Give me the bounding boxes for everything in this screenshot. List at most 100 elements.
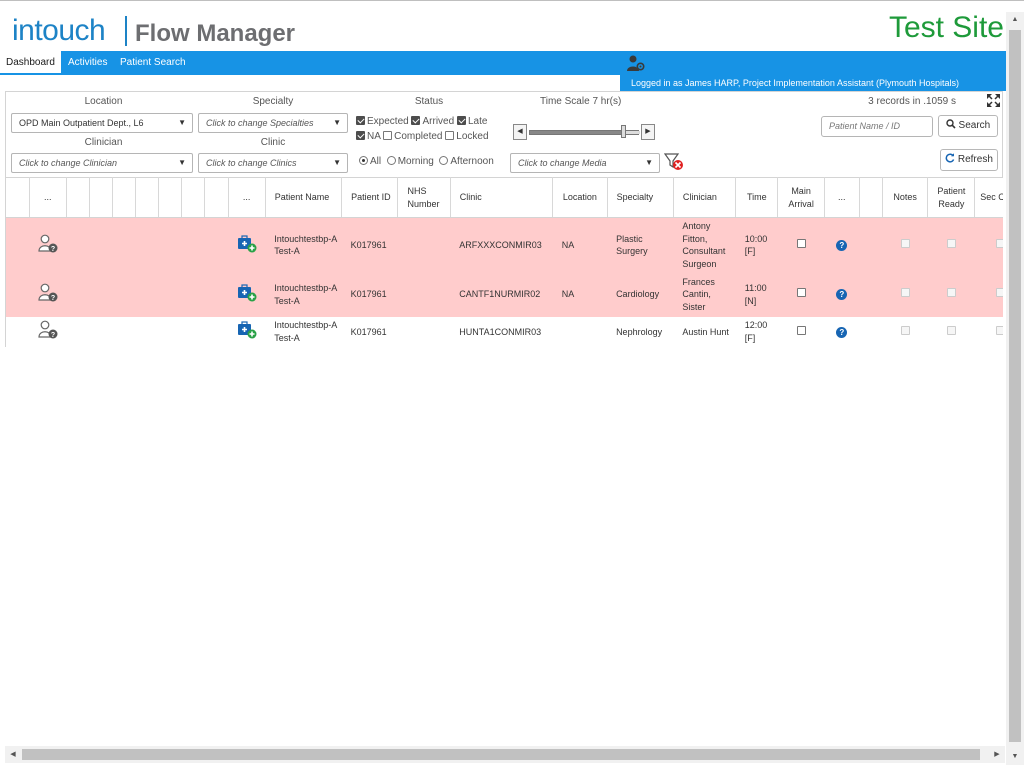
column-header-patient-ready[interactable]: Patient Ready <box>927 177 976 218</box>
app-header: intouch Flow Manager Test Site <box>0 11 1006 51</box>
cell-clinic: CANTF1NURMIR02 <box>450 272 553 317</box>
location-select[interactable]: OPD Main Outpatient Dept., L6 ▼ <box>11 113 193 133</box>
status-arrived[interactable]: Arrived <box>411 116 454 127</box>
cell-patient-name[interactable]: Intouchtestbp-A Test-A <box>265 217 342 273</box>
column-header <box>859 177 883 218</box>
patient-ready-checkbox[interactable] <box>946 288 956 298</box>
horizontal-scrollbar[interactable]: ◀ ▶ <box>5 746 1005 763</box>
cell-patient-name[interactable]: Intouchtestbp-A Test-A <box>265 272 342 317</box>
time-scale-slider[interactable]: ◀ ▶ <box>513 124 655 140</box>
main-arrival-checkbox[interactable] <box>796 288 806 298</box>
table-row[interactable]: ? Intouchtestbp-A Test-A K017961 HUNTA1C… <box>6 316 1003 347</box>
grid-header-row: ... ... Patient Name Patient ID NHS Numb… <box>6 177 1003 218</box>
patient-ready-checkbox[interactable] <box>946 325 956 335</box>
column-header-location[interactable]: Location <box>552 177 608 218</box>
specialty-placeholder: Click to change Specialties <box>206 118 314 128</box>
scroll-down-icon[interactable]: ▼ <box>1006 749 1024 765</box>
status-expected[interactable]: Expected <box>356 116 409 127</box>
notes-checkbox[interactable] <box>900 239 910 248</box>
radio[interactable] <box>359 156 368 165</box>
specialty-select[interactable]: Click to change Specialties ▼ <box>198 113 348 133</box>
filter-clear-icon[interactable] <box>664 153 684 171</box>
vertical-scroll-thumb[interactable] <box>1009 30 1021 742</box>
main-arrival-checkbox[interactable] <box>796 325 806 335</box>
column-header-nhs-number[interactable]: NHS Number <box>397 177 451 218</box>
time-scale-value: 7 <box>592 96 598 107</box>
column-header-clinician[interactable]: Clinician <box>673 177 737 218</box>
cell-clinic: ARFXXXCONMIR03 <box>450 217 553 273</box>
column-header-notes[interactable]: Notes <box>882 177 929 218</box>
scroll-left-icon[interactable]: ◀ <box>5 746 21 763</box>
column-header-info[interactable]: ... <box>824 177 860 218</box>
status-late[interactable]: Late <box>456 116 487 127</box>
refresh-button[interactable]: Refresh <box>940 149 998 171</box>
table-row[interactable]: ? Intouchtestbp-A Test-A K017961 CANTF1N… <box>6 272 1003 317</box>
status-completed[interactable]: Completed <box>383 131 442 142</box>
scroll-right-icon[interactable]: ▶ <box>989 746 1005 763</box>
cell-patient-name[interactable]: Intouchtestbp-A Test-A <box>265 316 342 347</box>
column-header-clinic[interactable]: Clinic <box>450 177 554 218</box>
patient-unknown-icon[interactable]: ? <box>37 320 59 340</box>
main-arrival-checkbox[interactable] <box>796 239 806 248</box>
status-na[interactable]: NA <box>356 131 380 142</box>
column-header-patient-name[interactable]: Patient Name <box>265 177 343 218</box>
tab-dashboard[interactable]: Dashboard <box>0 51 61 75</box>
tab-patient-search[interactable]: Patient Search <box>114 51 192 75</box>
cell-location: NA <box>552 217 608 273</box>
session-morning[interactable]: Morning <box>386 156 434 167</box>
search-button[interactable]: Search <box>938 115 998 137</box>
sec-clinic-checkbox[interactable] <box>995 239 1003 248</box>
search-button-label: Search <box>958 120 991 131</box>
medical-kit-add-icon[interactable] <box>237 321 257 339</box>
checkbox[interactable] <box>456 116 466 125</box>
radio[interactable] <box>439 156 449 165</box>
cell-time: 12:00 [F] <box>735 316 778 347</box>
column-header-actions[interactable]: ... <box>228 177 266 218</box>
checkbox[interactable] <box>411 116 421 125</box>
checkbox[interactable] <box>356 116 365 125</box>
sec-clinic-checkbox[interactable] <box>995 325 1003 335</box>
vertical-scrollbar[interactable]: ▲ ▼ <box>1006 12 1024 765</box>
column-header <box>6 177 30 218</box>
notes-checkbox[interactable] <box>900 325 910 335</box>
patient-unknown-icon[interactable]: ? <box>37 283 59 303</box>
column-header-patient-id[interactable]: Patient ID <box>341 177 399 218</box>
checkbox[interactable] <box>445 131 455 140</box>
status-row-2: NA Completed Locked <box>356 131 489 142</box>
radio[interactable] <box>386 156 396 165</box>
cell-patient-id: K017961 <box>341 217 398 273</box>
column-header-sec-clinic[interactable]: Sec Clinic <box>974 177 1003 218</box>
table-row[interactable]: ? Intouchtestbp-A Test-A K017961 ARFXXXC… <box>6 217 1003 273</box>
slider-decrease-button[interactable]: ◀ <box>513 124 527 140</box>
question-icon[interactable]: ? <box>836 326 848 338</box>
slider-increase-button[interactable]: ▶ <box>641 124 655 140</box>
column-header-main-arrival[interactable]: Main Arrival <box>777 177 825 218</box>
clinic-select[interactable]: Click to change Clinics ▼ <box>198 153 348 173</box>
notes-checkbox[interactable] <box>900 288 910 298</box>
checkbox[interactable] <box>356 131 365 140</box>
question-icon[interactable]: ? <box>836 289 848 301</box>
question-icon[interactable]: ? <box>836 240 848 251</box>
patient-ready-checkbox[interactable] <box>946 239 956 248</box>
column-header-specialty[interactable]: Specialty <box>607 177 674 218</box>
column-header-status[interactable]: ... <box>29 177 67 218</box>
expand-icon[interactable] <box>987 94 1000 107</box>
patient-unknown-icon[interactable]: ? <box>37 234 59 254</box>
checkbox[interactable] <box>383 131 393 140</box>
media-select[interactable]: Click to change Media ▼ <box>510 153 660 173</box>
medical-kit-add-icon[interactable] <box>237 284 257 302</box>
horizontal-scroll-thumb[interactable] <box>22 749 980 760</box>
clinician-select[interactable]: Click to change Clinician ▼ <box>11 153 193 173</box>
cell-time: 11:00 [N] <box>735 272 778 317</box>
patient-search-input[interactable]: Patient Name / ID <box>821 116 933 137</box>
status-locked[interactable]: Locked <box>445 131 489 142</box>
column-header-time[interactable]: Time <box>735 177 779 218</box>
user-gear-icon[interactable] <box>626 54 646 72</box>
session-afternoon[interactable]: Afternoon <box>439 156 494 167</box>
scroll-up-icon[interactable]: ▲ <box>1006 12 1024 28</box>
medical-kit-add-icon[interactable] <box>237 234 257 253</box>
tab-activities[interactable]: Activities <box>62 51 113 75</box>
session-all[interactable]: All <box>359 156 381 167</box>
slider-thumb[interactable] <box>620 125 626 138</box>
sec-clinic-checkbox[interactable] <box>995 288 1003 298</box>
